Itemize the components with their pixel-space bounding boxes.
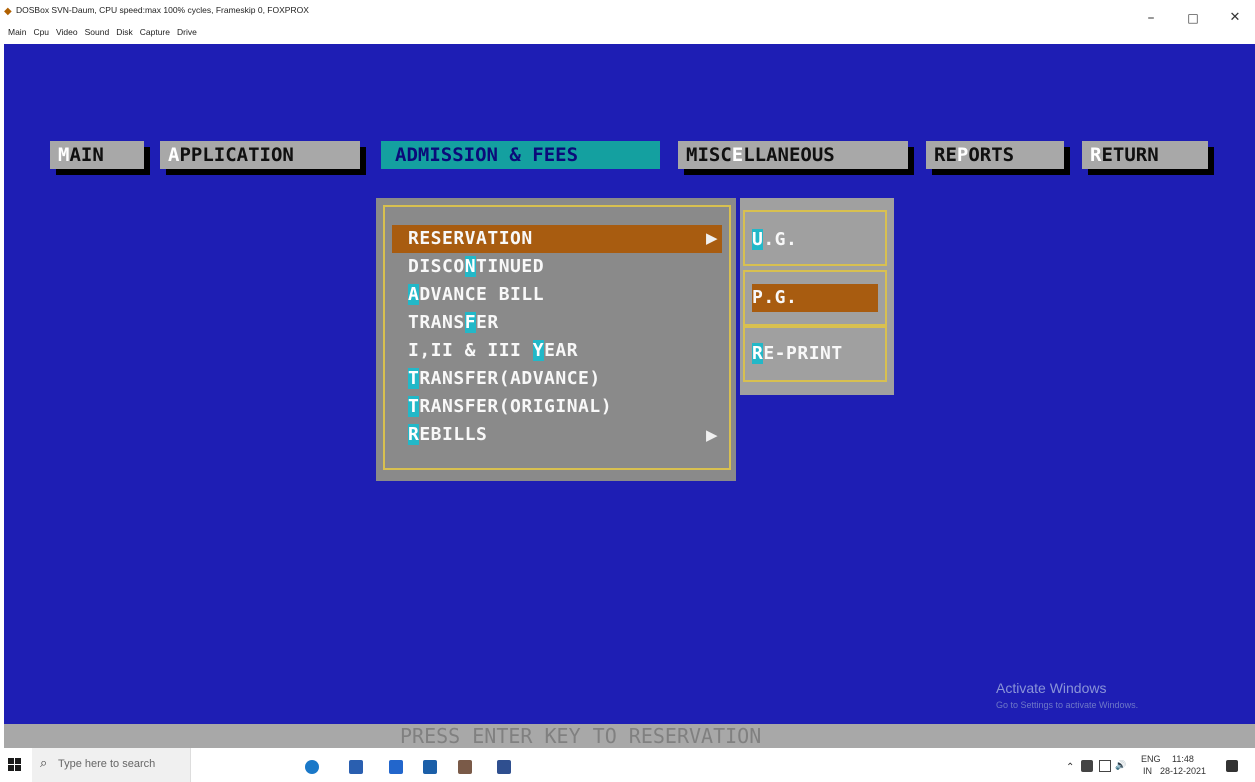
dropdown-item-reservation[interactable]: RESERVATION <box>408 227 718 251</box>
menu-admission-fees[interactable]: ADMISSION & FEES <box>381 141 660 169</box>
dropdown-item-transfer-original[interactable]: TRANSFER(ORIGINAL) <box>408 395 612 419</box>
activate-windows-title: Activate Windows <box>996 680 1107 696</box>
volume-icon[interactable]: 🔊 <box>1115 760 1126 771</box>
menu-capture[interactable]: Capture <box>140 27 170 39</box>
mail-icon[interactable] <box>423 760 437 774</box>
search-placeholder: Type here to search <box>58 758 156 770</box>
dropdown-item-year[interactable]: I,II & III YEAR <box>408 339 578 363</box>
dosbox-taskbar-icon[interactable] <box>458 760 472 774</box>
dosbox-menu-bar: Main Cpu Video Sound Disk Capture Drive <box>8 27 197 39</box>
menu-main-item[interactable]: MAIN <box>50 141 144 169</box>
file-explorer-icon[interactable] <box>389 760 403 774</box>
activate-windows-subtitle: Go to Settings to activate Windows. <box>996 700 1139 710</box>
menu-video[interactable]: Video <box>56 27 78 39</box>
dropdown-item-advance-bill[interactable]: ADVANCE BILL <box>408 283 544 307</box>
notifications-icon[interactable] <box>1226 760 1238 772</box>
submenu-arrow-icon: ▶ <box>706 229 718 247</box>
network-icon[interactable] <box>1081 760 1093 772</box>
tray-chevron-icon[interactable]: ⌃ <box>1066 762 1074 773</box>
menu-cpu[interactable]: Cpu <box>33 27 49 39</box>
dropdown-item-discontinued[interactable]: DISCONTINUED <box>408 255 544 279</box>
status-bar: PRESS ENTER KEY TO RESERVATION <box>4 724 1255 748</box>
maximize-button[interactable]: □ <box>1180 8 1206 28</box>
title-bar: ◆ DOSBox SVN-Daum, CPU speed:max 100% cy… <box>0 0 1255 44</box>
display-icon[interactable] <box>1099 760 1111 772</box>
windows-start-icon[interactable] <box>8 758 22 772</box>
window-title: DOSBox SVN-Daum, CPU speed:max 100% cycl… <box>16 5 309 15</box>
store-icon[interactable] <box>497 760 511 774</box>
dropdown-item-transfer-advance[interactable]: TRANSFER(ADVANCE) <box>408 367 601 391</box>
taskbar-search[interactable]: ⌕ Type here to search <box>32 748 191 782</box>
dropdown-item-transfer[interactable]: TRANSFER <box>408 311 499 335</box>
menu-reports[interactable]: REPORTS <box>926 141 1064 169</box>
language-code[interactable]: ENG <box>1141 754 1161 764</box>
menu-disk[interactable]: Disk <box>116 27 133 39</box>
dropdown-item-rebills[interactable]: REBILLS <box>408 423 487 447</box>
menu-drive[interactable]: Drive <box>177 27 197 39</box>
edge-icon[interactable] <box>305 760 319 774</box>
menu-return[interactable]: RETURN <box>1082 141 1208 169</box>
menu-sound[interactable]: Sound <box>85 27 110 39</box>
dosbox-app-icon: ◆ <box>4 6 12 17</box>
task-view-icon[interactable] <box>349 760 363 774</box>
search-icon: ⌕ <box>40 756 48 771</box>
close-button[interactable]: ✕ <box>1222 8 1248 28</box>
menu-application[interactable]: APPLICATION <box>160 141 360 169</box>
submenu-item-pg[interactable]: P.G. <box>752 284 797 312</box>
submenu-item-reprint[interactable]: RE-PRINT <box>752 340 843 368</box>
clock-date[interactable]: 28-12-2021 <box>1160 766 1206 776</box>
submenu-item-ug[interactable]: U.G. <box>752 226 797 254</box>
language-region[interactable]: IN <box>1143 766 1152 776</box>
clock-time[interactable]: 11:48 <box>1172 754 1194 764</box>
submenu-arrow-icon: ▶ <box>706 426 718 444</box>
status-message: PRESS ENTER KEY TO RESERVATION <box>400 724 762 748</box>
minimize-button[interactable]: – <box>1138 8 1164 28</box>
menu-main[interactable]: Main <box>8 27 26 39</box>
menu-miscellaneous[interactable]: MISCELLANEOUS <box>678 141 908 169</box>
